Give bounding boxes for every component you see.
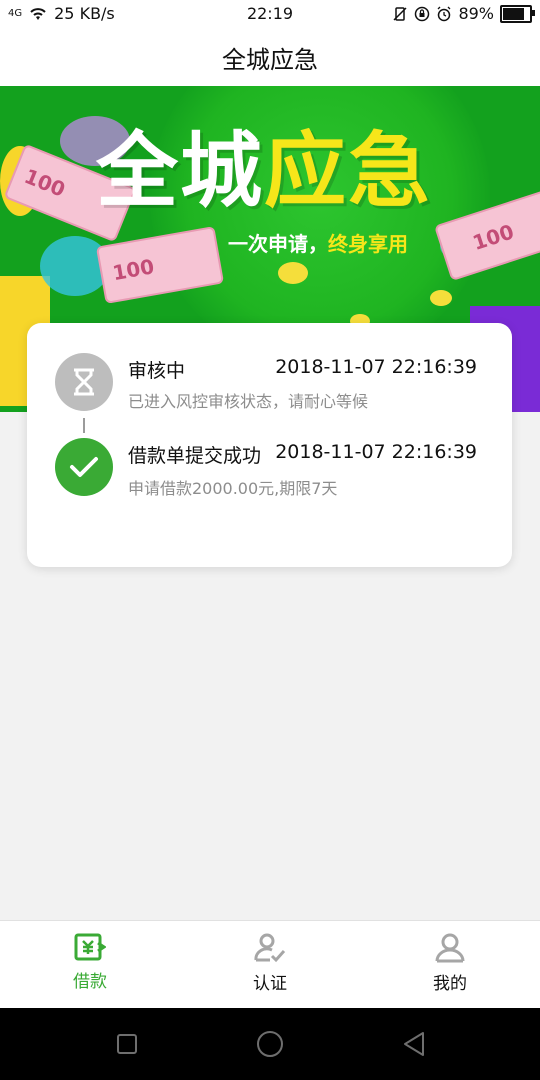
tab-loan[interactable]: 借款 bbox=[0, 921, 180, 1009]
bill-value: 100 bbox=[110, 254, 156, 286]
application-status-card: 审核中 2018-11-07 22:16:39 已进入风控审核状态，请耐心等候 … bbox=[27, 323, 512, 567]
circle-icon bbox=[257, 1031, 283, 1057]
step-time: 2018-11-07 22:16:39 bbox=[275, 441, 477, 463]
recent-apps-button[interactable] bbox=[111, 1028, 143, 1060]
status-right: 89% bbox=[392, 4, 535, 23]
check-icon bbox=[55, 438, 113, 496]
tab-mine[interactable]: 我的 bbox=[360, 921, 540, 1009]
home-button[interactable] bbox=[254, 1028, 286, 1060]
timeline-connector bbox=[83, 418, 85, 433]
triangle-back-icon bbox=[404, 1032, 424, 1056]
banner-subtitle: 一次申请，终身享用 bbox=[228, 228, 408, 257]
coin-decor bbox=[430, 290, 452, 306]
battery-icon bbox=[500, 4, 535, 23]
lock-rotation-icon bbox=[415, 6, 430, 21]
step-title: 借款单提交成功 bbox=[128, 445, 262, 467]
coin-decor bbox=[278, 262, 308, 284]
alarm-icon bbox=[437, 6, 451, 21]
banner-title-white: 全城 bbox=[96, 124, 265, 219]
step-title: 审核中 bbox=[128, 360, 186, 382]
app-header: 全城应急 bbox=[0, 28, 540, 86]
banner-title-yellow: 应急 bbox=[264, 124, 433, 219]
tab-label: 我的 bbox=[433, 974, 467, 994]
step-description: 已进入风控审核状态，请耐心等候 bbox=[128, 392, 369, 411]
battery-percent: 89% bbox=[458, 4, 494, 23]
square-icon bbox=[117, 1034, 137, 1054]
step-description: 申请借款2000.00元,期限7天 bbox=[128, 479, 338, 498]
system-navigation-bar bbox=[0, 1008, 540, 1080]
loan-icon bbox=[74, 933, 106, 961]
step-time: 2018-11-07 22:16:39 bbox=[275, 356, 477, 378]
back-button[interactable] bbox=[398, 1028, 430, 1060]
page-title: 全城应急 bbox=[222, 45, 318, 74]
banner-subtitle-yellow: 终身享用 bbox=[328, 232, 408, 256]
hourglass-icon bbox=[55, 353, 113, 411]
mute-vibrate-icon bbox=[393, 6, 407, 21]
bill-value: 100 bbox=[469, 219, 517, 256]
profile-icon bbox=[435, 933, 465, 963]
banner-subtitle-white: 一次申请， bbox=[228, 232, 328, 256]
verify-user-icon bbox=[254, 933, 286, 963]
banner-title: 全城应急 bbox=[96, 104, 432, 223]
tab-verify[interactable]: 认证 bbox=[180, 921, 360, 1009]
tab-label: 认证 bbox=[253, 974, 287, 994]
bottom-tab-bar: 借款 认证 我的 bbox=[0, 920, 540, 1009]
bill-value: 100 bbox=[20, 163, 69, 202]
tab-label: 借款 bbox=[73, 972, 107, 992]
status-bar: 4G 25 KB/s 22:19 89% bbox=[0, 0, 540, 28]
